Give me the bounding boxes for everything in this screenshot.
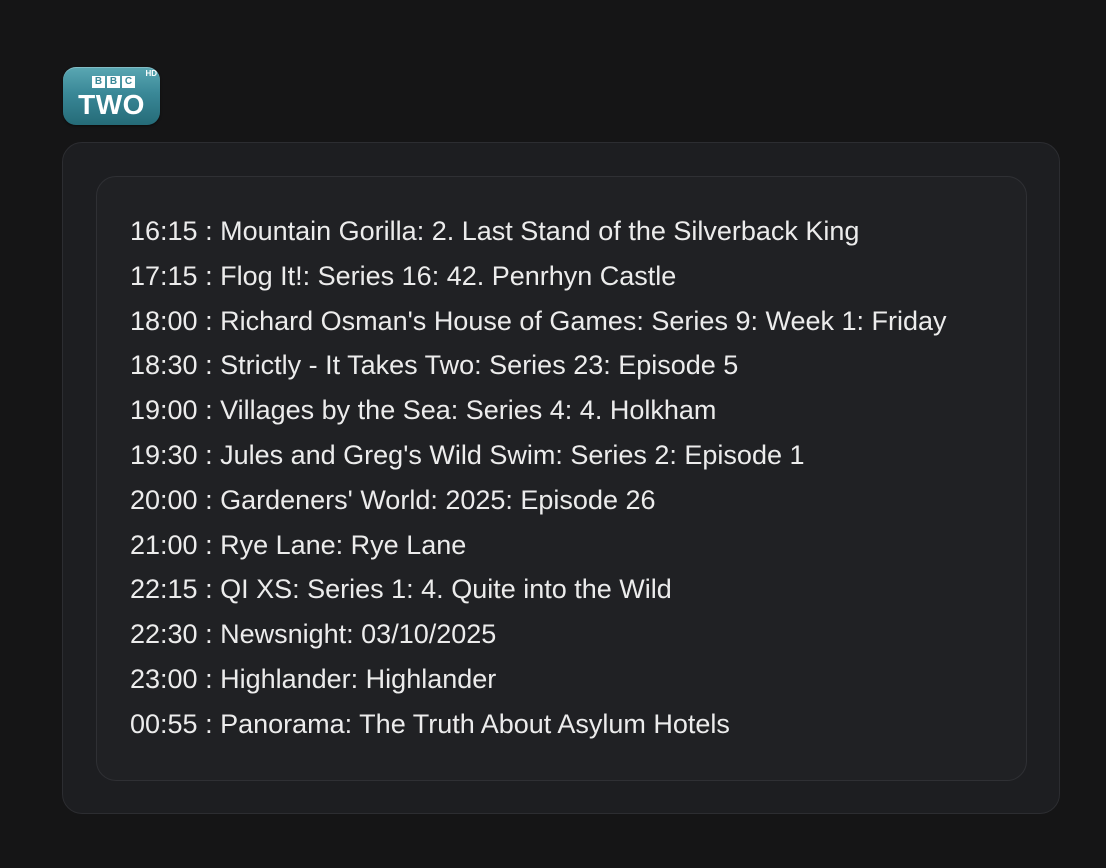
schedule-item: 18:30 : Strictly - It Takes Two: Series … [130,343,947,388]
programme-time: 18:00 [130,305,198,336]
bbc-letter: B [107,76,120,88]
programme-time: 22:30 [130,619,198,650]
schedule-item: 22:30 : Newsnight: 03/10/2025 [130,612,947,657]
schedule-item: 19:30 : Jules and Greg's Wild Swim: Seri… [130,433,947,478]
programme-time: 21:00 [130,529,198,560]
programme-time: 19:30 [130,439,198,470]
time-separator: : [197,305,221,336]
time-separator: : [197,395,221,426]
schedule-item: 19:00 : Villages by the Sea: Series 4: 4… [130,388,947,433]
programme-time: 22:15 [130,574,198,605]
programme-title: QI XS: Series 1: 4. Quite into the Wild [220,574,672,605]
programme-time: 23:00 [130,663,198,694]
time-separator: : [197,439,221,470]
programme-title: Villages by the Sea: Series 4: 4. Holkha… [220,395,717,426]
programme-time: 17:15 [130,260,198,291]
programme-time: 16:15 [130,216,198,246]
schedule-item: 16:15 : Mountain Gorilla: 2. Last Stand … [130,209,947,254]
programme-title: Highlander: Highlander [220,663,497,694]
time-separator: : [197,574,221,605]
programme-title: Gardeners' World: 2025: Episode 26 [220,484,656,515]
programme-title: Flog It!: Series 16: 42. Penrhyn Castle [220,260,677,291]
time-separator: : [197,708,221,739]
programme-title: Rye Lane: Rye Lane [220,529,467,560]
programme-title: Newsnight: 03/10/2025 [220,619,497,650]
programme-time: 19:00 [130,395,198,426]
programme-time: 20:00 [130,484,198,515]
programme-title: Panorama: The Truth About Asylum Hotels [220,708,730,739]
schedule-item: 00:55 : Panorama: The Truth About Asylum… [130,702,947,747]
schedule-item: 17:15 : Flog It!: Series 16: 42. Penrhyn… [130,254,947,299]
bbc-badge: B B C [92,76,135,88]
schedule-list: 16:15 : Mountain Gorilla: 2. Last Stand … [130,209,947,747]
programme-time: 00:55 [130,708,198,739]
bbc-letter: C [122,76,135,88]
programme-title: Richard Osman's House of Games: Series 9… [220,305,947,336]
schedule-item: 22:15 : QI XS: Series 1: 4. Quite into t… [130,567,947,612]
bbc-two-hd-logo: B B C HD TWO [63,67,160,125]
time-separator: : [197,216,221,246]
programme-title: Strictly - It Takes Two: Series 23: Epis… [220,350,739,381]
programme-title: Mountain Gorilla: 2. Last Stand of the S… [220,216,860,246]
time-separator: : [197,529,221,560]
schedule-item: 21:00 : Rye Lane: Rye Lane [130,523,947,568]
bbc-letter: B [92,76,105,88]
schedule-item: 18:00 : Richard Osman's House of Games: … [130,299,947,344]
schedule-item: 20:00 : Gardeners' World: 2025: Episode … [130,478,947,523]
programme-time: 18:30 [130,350,198,381]
channel-name: TWO [78,89,145,120]
time-separator: : [197,484,221,515]
time-separator: : [197,350,221,381]
schedule-item: 23:00 : Highlander: Highlander [130,657,947,702]
time-separator: : [197,619,221,650]
programme-title: Jules and Greg's Wild Swim: Series 2: Ep… [220,439,805,470]
hd-label: HD [145,69,157,78]
time-separator: : [197,663,221,694]
time-separator: : [197,260,221,291]
